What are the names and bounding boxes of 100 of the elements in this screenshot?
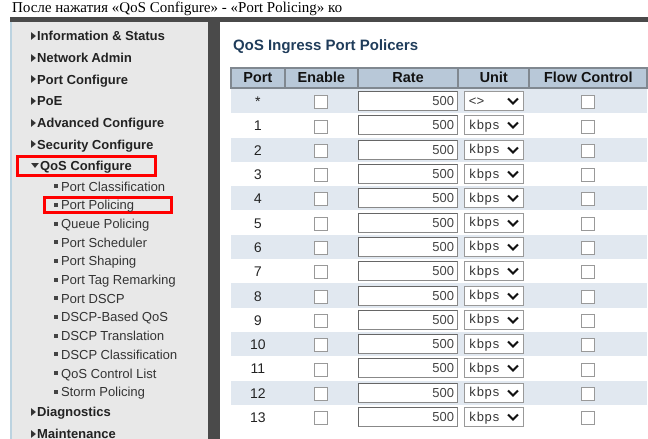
checkbox[interactable] [581,314,596,328]
checkbox[interactable] [314,314,328,328]
bullet-icon [54,240,58,244]
menu-item[interactable]: Information & Status [12,25,165,47]
submenu-label: DSCP Classification [61,346,178,362]
rate-field[interactable]: 500 [358,358,458,378]
port-cell: 10 [231,332,284,356]
menu-item[interactable]: Network Admin [12,46,132,68]
submenu-item[interactable]: DSCP Classification [12,345,178,364]
submenu-label: Queue Policing [61,216,150,232]
highlighted-submenu-item[interactable]: Port Policing [43,196,173,214]
checkbox[interactable] [581,338,596,352]
checkbox[interactable] [581,168,596,182]
checkbox[interactable] [314,338,328,352]
menu-label: PoE [37,93,62,108]
checkbox[interactable] [581,290,596,304]
submenu-item[interactable]: Port Tag Remarking [12,270,176,289]
rate-field[interactable]: 500 [358,310,458,330]
menu-label: Port Configure [37,72,128,87]
submenu-item[interactable]: Port Shaping [12,252,136,270]
rate-field[interactable]: 500 [358,140,458,160]
rate-field[interactable]: 500 [358,212,458,233]
rate-field[interactable]: 500 [358,91,458,112]
unit-dropdown[interactable]: kbps [464,261,524,282]
menu-item[interactable]: Maintenance [12,422,116,439]
submenu-item[interactable]: Port Classification [12,176,166,196]
checkbox[interactable] [581,95,596,110]
rate-field[interactable]: 500 [358,115,458,136]
collapsed-triangle-icon [31,96,36,105]
checkbox[interactable] [314,265,328,280]
checkbox[interactable] [581,216,596,231]
menu-item[interactable]: Port Configure [12,68,128,90]
unit-dropdown[interactable]: kbps [464,334,524,354]
unit-dropdown[interactable]: kbps [464,286,524,306]
chevron-down-icon [506,316,519,324]
rate-field[interactable]: 500 [358,261,458,282]
submenu-label: QoS Control List [61,366,156,381]
menu-label: Security Configure [37,136,154,152]
checkbox[interactable] [314,144,328,158]
checkbox[interactable] [581,411,596,426]
unit-dropdown[interactable]: kbps [464,188,524,208]
rate-field[interactable]: 500 [358,334,458,354]
unit-dropdown[interactable]: kbps [464,382,524,403]
unit-dropdown[interactable]: kbps [464,115,524,136]
checkbox[interactable] [581,192,596,206]
checkbox[interactable] [314,290,328,304]
submenu-item[interactable]: Storm Policing [12,382,145,402]
column-header: Rate [358,68,458,88]
port-cell: 13 [231,404,284,430]
checkbox[interactable] [314,168,328,182]
rate-field[interactable]: 500 [358,407,458,427]
checkbox[interactable] [581,265,596,280]
checkbox[interactable] [314,120,328,134]
unit-dropdown[interactable]: kbps [464,310,524,330]
submenu-item[interactable]: Queue Policing [12,214,150,233]
bullet-icon [54,222,58,226]
rate-field[interactable]: 500 [358,286,458,306]
checkbox[interactable] [314,362,328,377]
submenu-label: DSCP-Based QoS [61,309,168,324]
rate-field[interactable]: 500 [358,164,458,184]
checkbox[interactable] [581,362,596,377]
rate-field[interactable]: 500 [358,236,458,257]
unit-dropdown[interactable]: kbps [464,236,524,257]
checkbox[interactable] [314,192,328,206]
port-cell-text: 11 [249,359,266,378]
page-title: QoS Ingress Port Policers [233,37,420,54]
submenu-item[interactable]: QoS Control List [12,364,156,382]
checkbox[interactable] [581,386,596,401]
column-header: Unit [458,68,530,88]
rate-field[interactable]: 500 [358,382,458,403]
unit-dropdown[interactable]: kbps [464,140,524,160]
checkbox[interactable] [314,95,328,110]
menu-item[interactable]: PoE [12,90,62,112]
chevron-down-icon [506,218,519,227]
menu-item[interactable]: Advanced Configure [12,112,164,134]
bullet-icon [54,278,58,282]
checkbox[interactable] [581,120,596,134]
unit-dropdown[interactable]: kbps [464,164,524,184]
submenu-item[interactable]: Port Scheduler [12,232,147,252]
checkbox[interactable] [314,241,328,256]
menu-item[interactable]: Security Configure [12,133,154,156]
submenu-item[interactable]: DSCP-Based QoS [12,308,168,326]
submenu-item[interactable]: Port DSCP [12,288,125,308]
submenu-item[interactable]: DSCP Translation [12,326,164,345]
rate-field[interactable]: 500 [358,188,458,208]
submenu-label: Port Tag Remarking [61,272,176,288]
checkbox[interactable] [581,241,596,256]
unit-dropdown[interactable]: kbps [464,358,524,378]
checkbox[interactable] [314,411,328,426]
menu-item[interactable]: Diagnostics [12,401,111,423]
unit-dropdown[interactable]: <> [464,91,524,112]
bullet-icon [54,202,58,207]
unit-dropdown[interactable]: kbps [464,212,524,233]
checkbox[interactable] [581,144,596,158]
checkbox[interactable] [314,216,328,231]
checkbox[interactable] [314,386,328,401]
menu-label: QoS Configure [40,158,132,174]
unit-dropdown[interactable]: kbps [464,407,524,427]
bullet-icon [54,314,58,319]
highlighted-menu-item[interactable]: QoS Configure [16,155,157,177]
